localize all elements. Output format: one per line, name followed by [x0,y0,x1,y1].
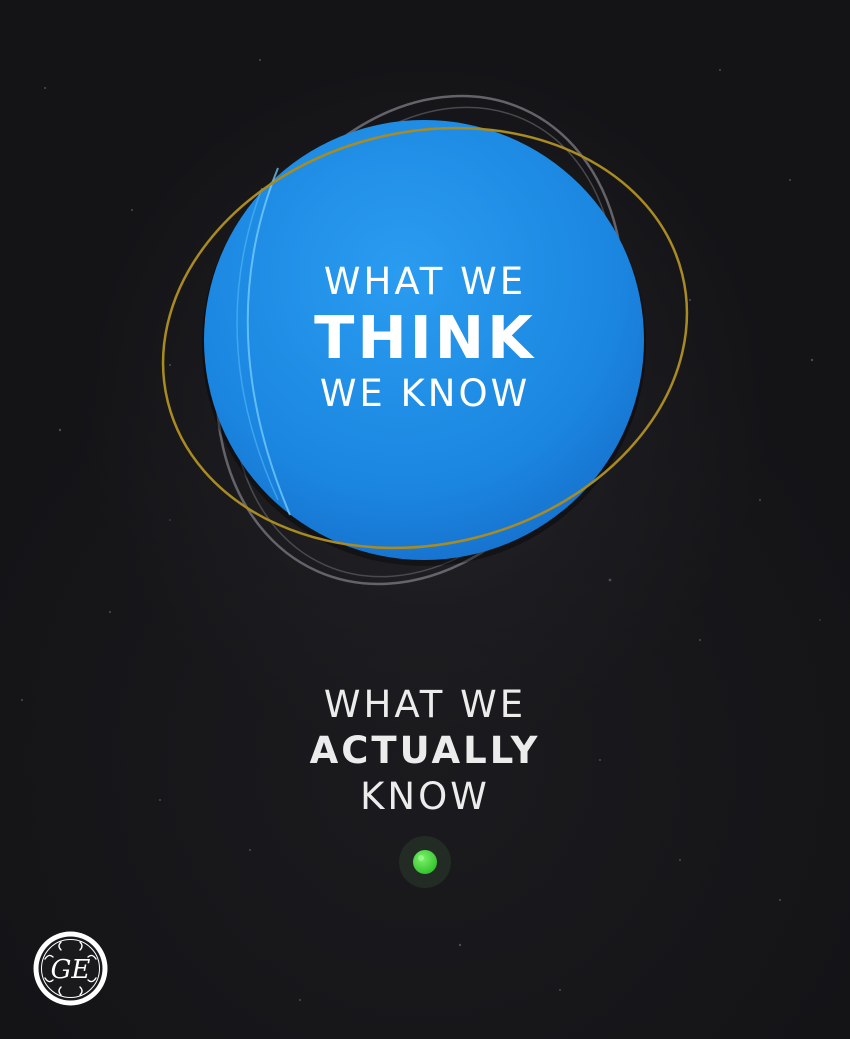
ge-logo-text: GE [51,955,91,985]
background: WHAT WE THINK WE KNOW WHAT WE ACTUALLY K… [0,0,850,1039]
actual-label: WHAT WE ACTUALLY KNOW [225,682,625,820]
planet-label: WHAT WE THINK WE KNOW [205,256,645,420]
planet-label-line1: WHAT WE [323,260,527,303]
planet-label-line2: THINK [314,303,536,372]
ge-logo: GE [33,931,108,1006]
actual-label-line1: WHAT WE [323,683,527,726]
actual-label-line2: ACTUALLY [309,729,541,772]
planet-label-line3: WE KNOW [319,372,531,415]
green-dot-icon [413,850,437,874]
actual-label-line3: KNOW [360,775,490,818]
